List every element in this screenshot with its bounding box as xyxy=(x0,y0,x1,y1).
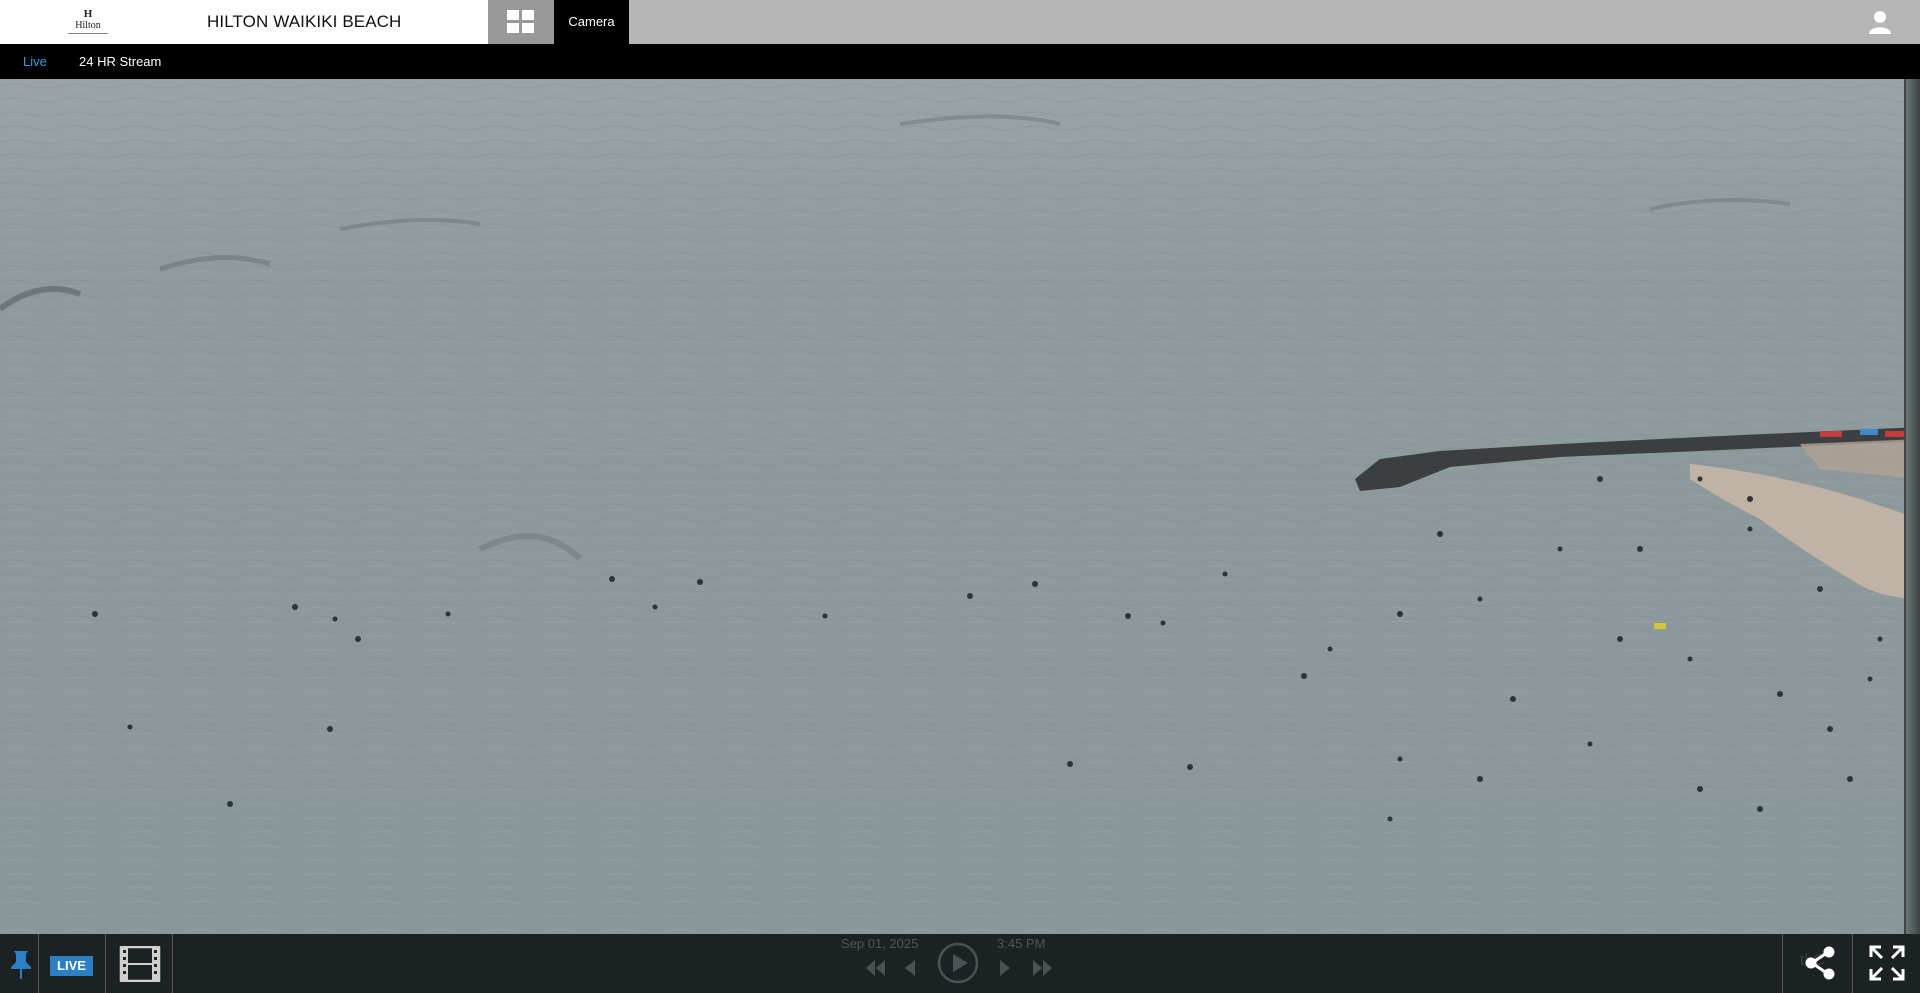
player-controls: LIVE Sep 01, 2025 3:45 PM thC xyxy=(0,934,1920,993)
camera-video-frame[interactable] xyxy=(0,79,1920,934)
control-divider xyxy=(105,934,106,993)
recordings-button[interactable] xyxy=(118,945,162,983)
video-edge-shadow xyxy=(1906,79,1920,934)
control-divider xyxy=(38,934,39,993)
pin-icon xyxy=(11,951,31,979)
fullscreen-icon xyxy=(1869,945,1905,981)
control-divider xyxy=(1782,934,1783,993)
play-icon[interactable] xyxy=(937,942,979,984)
tab-24hr-stream[interactable]: 24 HR Stream xyxy=(79,44,161,79)
control-divider xyxy=(172,934,173,993)
fast-forward-icon[interactable] xyxy=(1032,960,1054,976)
playback-time: 3:45 PM xyxy=(997,936,1046,951)
grid-view-button[interactable] xyxy=(488,0,554,44)
view-mode-nav: Live 24 HR Stream xyxy=(0,44,1920,79)
beach-scene xyxy=(0,79,1920,934)
top-header: H Hilton HILTON WAIKIKI BEACH Camera xyxy=(0,0,1920,44)
brand-area: H Hilton HILTON WAIKIKI BEACH xyxy=(0,0,488,44)
control-divider xyxy=(1852,934,1853,993)
film-icon xyxy=(119,945,161,983)
step-back-icon[interactable] xyxy=(904,960,916,976)
rewind-icon[interactable] xyxy=(864,960,886,976)
live-badge[interactable]: LIVE xyxy=(50,956,93,976)
tab-live[interactable]: Live xyxy=(23,44,47,79)
tab-camera[interactable]: Camera xyxy=(554,0,629,44)
user-account-button[interactable] xyxy=(1862,6,1898,38)
hilton-logo[interactable]: H Hilton xyxy=(66,6,110,38)
step-forward-icon[interactable] xyxy=(999,960,1011,976)
logo-divider xyxy=(68,33,108,35)
share-icon xyxy=(1805,946,1835,980)
grid-icon xyxy=(507,10,534,33)
logo-wordmark: Hilton xyxy=(75,20,101,31)
share-button[interactable] xyxy=(1802,944,1838,982)
fullscreen-button[interactable] xyxy=(1868,944,1906,982)
page-title: HILTON WAIKIKI BEACH xyxy=(207,12,402,31)
pin-button[interactable] xyxy=(6,948,36,980)
logo-monogram: H xyxy=(83,8,93,20)
playback-date: Sep 01, 2025 xyxy=(841,936,919,951)
user-icon xyxy=(1869,11,1891,34)
